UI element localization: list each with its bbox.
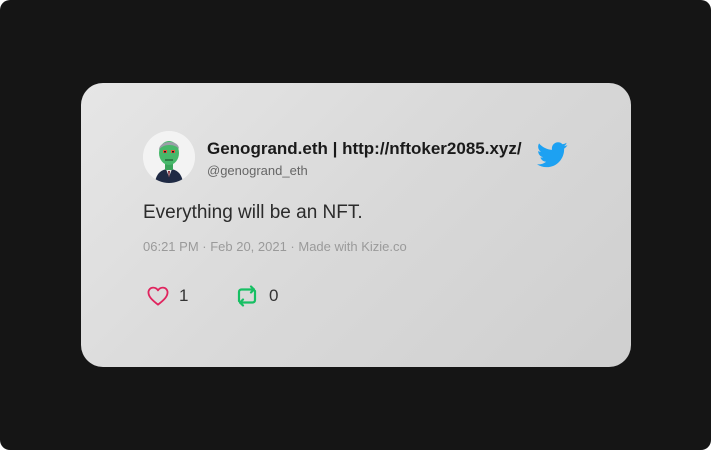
dark-background: Genogrand.eth | http://nftoker2085.xyz/ … xyxy=(0,0,711,450)
like-count: 1 xyxy=(179,286,189,305)
like-button[interactable]: 1 xyxy=(147,284,188,308)
twitter-icon[interactable] xyxy=(536,142,568,168)
tweet-text: Everything will be an NFT. xyxy=(143,202,363,223)
heart-icon xyxy=(147,286,169,306)
retweet-count: 0 xyxy=(269,286,279,305)
avatar-image xyxy=(143,131,195,183)
tweet-timestamp[interactable]: 06:21 PM · Feb 20, 2021 · Made with Kizi… xyxy=(143,239,407,254)
author-handle[interactable]: @genogrand_eth xyxy=(207,163,308,178)
retweet-button[interactable]: 0 xyxy=(235,284,278,308)
retweet-icon xyxy=(237,285,257,307)
tweet-card: Genogrand.eth | http://nftoker2085.xyz/ … xyxy=(81,83,631,367)
author-name[interactable]: Genogrand.eth | http://nftoker2085.xyz/ xyxy=(207,139,522,159)
avatar[interactable] xyxy=(143,131,195,183)
